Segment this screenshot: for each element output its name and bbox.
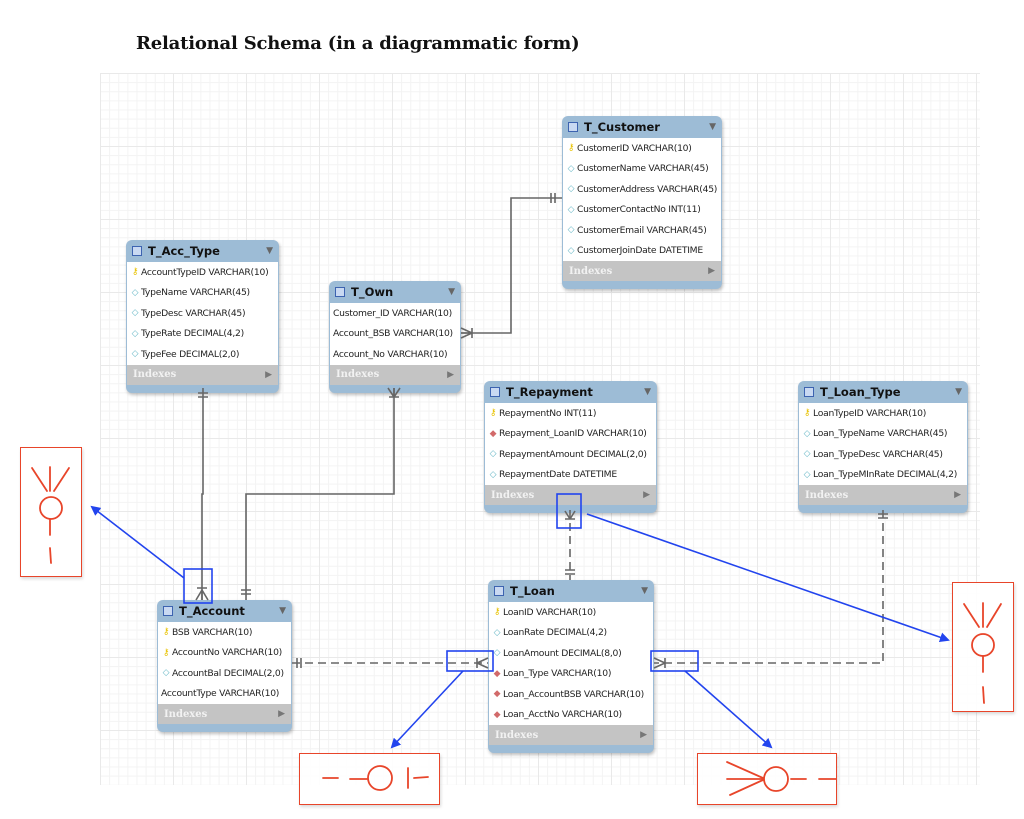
arrow-to-note-bottom-left xyxy=(390,670,464,749)
zero-or-many-marker xyxy=(476,657,489,669)
crowfoot-zero-or-many-horizontal-icon xyxy=(726,761,837,796)
highlight-box-repayment-bottom xyxy=(556,493,582,529)
one-or-many-marker xyxy=(460,327,473,339)
relationship-own-account xyxy=(245,388,395,600)
highlight-box-loan-right xyxy=(650,650,699,672)
crowfoot-zero-or-one-horizontal-icon xyxy=(322,765,429,791)
connectors-layer xyxy=(31,193,1002,796)
one-or-many-marker xyxy=(387,387,401,398)
one-and-only-one-marker xyxy=(565,569,575,575)
arrow-to-note-left xyxy=(90,505,185,579)
crowfoot-zero-or-many-vertical-right-icon xyxy=(963,602,1002,704)
arrow-to-note-bottom-right xyxy=(684,670,773,749)
crowfoot-zero-or-many-vertical-left-icon xyxy=(31,466,70,564)
relationship-loantype-loan xyxy=(654,510,884,664)
arrow-to-note-right xyxy=(586,513,950,643)
relationship-customer-own xyxy=(461,197,562,334)
